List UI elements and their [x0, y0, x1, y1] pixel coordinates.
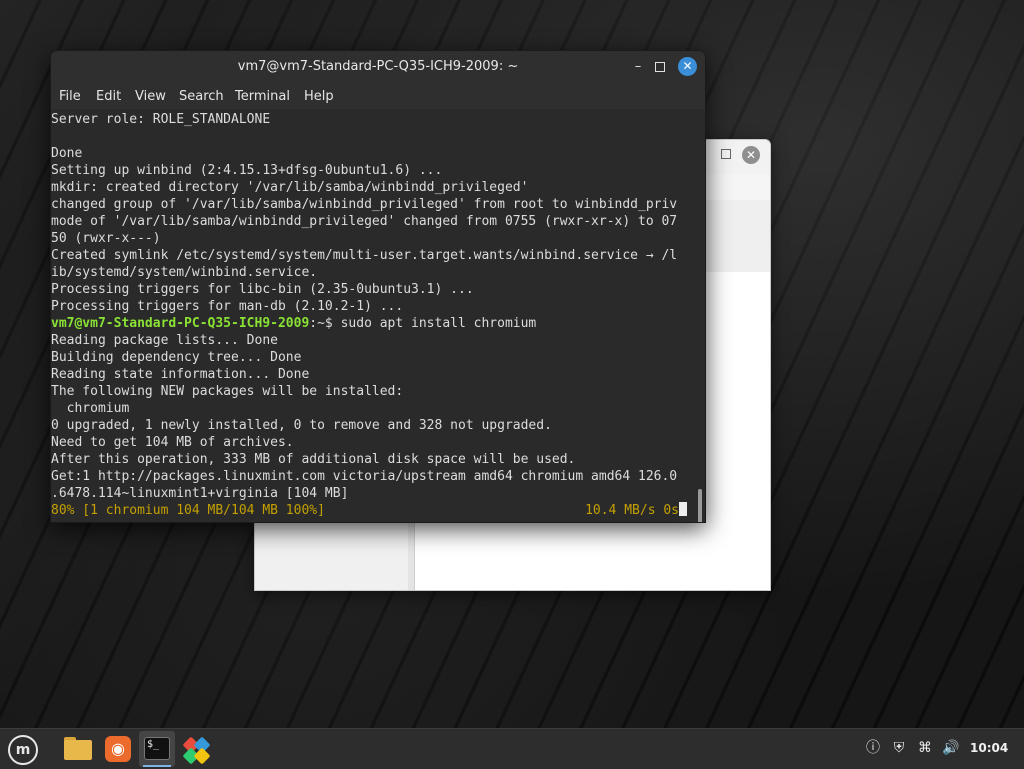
progress-line: 80% [1 chromium 104 MB/104 MB 100%] 10.4 …	[51, 502, 693, 519]
menu-view[interactable]: View	[135, 89, 166, 104]
app-launcher[interactable]	[179, 731, 215, 767]
terminal-line: 50 (rwxr-x---)	[51, 231, 161, 246]
terminal-line: Building dependency tree... Done	[51, 350, 302, 365]
shield-icon[interactable]: ⛨	[890, 739, 908, 757]
terminal-line: .6478.114~linuxmint1+virginia [104 MB]	[51, 486, 349, 501]
scrollbar-thumb[interactable]	[698, 489, 702, 522]
terminal-line: 0 upgraded, 1 newly installed, 0 to remo…	[51, 418, 552, 433]
browser-launcher[interactable]: ◉	[100, 731, 136, 767]
progress-status: 80% [1 chromium 104 MB/104 MB 100%]	[51, 503, 325, 518]
minimize-icon[interactable]: –	[630, 59, 646, 75]
terminal-line: Server role: ROLE_STANDALONE	[51, 112, 271, 127]
scrollbar[interactable]	[693, 109, 705, 522]
text-cursor	[679, 502, 687, 516]
menu-edit[interactable]: Edit	[96, 89, 121, 104]
terminal-line: chromium	[51, 401, 130, 416]
prompt-command: sudo apt install chromium	[340, 316, 537, 331]
active-indicator	[143, 765, 171, 767]
terminal-line: Setting up winbind (2:4.15.13+dfsg-0ubun…	[51, 163, 443, 178]
terminal-line: ib/systemd/system/winbind.service.	[51, 265, 318, 280]
start-menu-button[interactable]: m	[4, 731, 40, 767]
window-title: vm7@vm7-Standard-PC-Q35-ICH9-2009: ~	[237, 59, 519, 74]
terminal-line: Done	[51, 146, 83, 161]
terminal-line: Need to get 104 MB of archives.	[51, 435, 294, 450]
notification-icon[interactable]: ⓘ	[864, 739, 882, 757]
files-launcher[interactable]	[60, 731, 96, 767]
terminal-line: Processing triggers for man-db (2.10.2-1…	[51, 299, 404, 314]
terminal-line: mkdir: created directory '/var/lib/samba…	[51, 180, 529, 195]
terminal-line: Processing triggers for libc-bin (2.35-0…	[51, 282, 474, 297]
terminal-output[interactable]: Server role: ROLE_STANDALONE Done Settin…	[51, 109, 693, 522]
progress-speed-wrap: 10.4 MB/s 0s	[585, 502, 687, 519]
menu-bar: File Edit View Search Terminal Help	[51, 83, 705, 109]
clock[interactable]: 10:04	[970, 741, 1008, 755]
maximize-icon[interactable]	[652, 59, 668, 75]
close-icon[interactable]: ✕	[742, 146, 760, 164]
terminal-line: Created symlink /etc/systemd/system/mult…	[51, 248, 678, 263]
terminal-line: Reading package lists... Done	[51, 333, 278, 348]
terminal-line: changed group of '/var/lib/samba/winbind…	[51, 197, 678, 212]
progress-speed: 10.4 MB/s 0s	[585, 503, 679, 518]
prompt-user-host: vm7@vm7-Standard-PC-Q35-ICH9-2009	[51, 316, 310, 331]
volume-icon[interactable]: 🔊	[942, 739, 960, 757]
maximize-icon[interactable]	[721, 149, 731, 159]
mint-menu-icon: m	[8, 735, 38, 765]
terminal-line: Reading state information... Done	[51, 367, 310, 382]
terminal-task-button[interactable]: $_	[139, 731, 175, 767]
menu-file[interactable]: File	[59, 89, 81, 104]
close-icon[interactable]: ✕	[678, 57, 697, 76]
prompt-path: :~$	[309, 316, 341, 331]
taskbar: m ◉ $_ ⓘ ⛨ ⌘ 🔊 10:04	[0, 728, 1024, 769]
firefox-like-icon: ◉	[105, 736, 131, 762]
colorful-app-icon-part	[193, 747, 211, 765]
terminal-icon: $_	[144, 737, 170, 760]
terminal-window[interactable]: vm7@vm7-Standard-PC-Q35-ICH9-2009: ~ – ✕…	[50, 50, 706, 523]
menu-help[interactable]: Help	[304, 89, 334, 104]
menu-terminal[interactable]: Terminal	[235, 89, 290, 104]
terminal-line: Get:1 http://packages.linuxmint.com vict…	[51, 469, 678, 484]
folder-icon	[64, 740, 92, 760]
terminal-line: mode of '/var/lib/samba/winbindd_privile…	[51, 214, 678, 229]
terminal-line: After this operation, 333 MB of addition…	[51, 452, 576, 467]
terminal-titlebar[interactable]: vm7@vm7-Standard-PC-Q35-ICH9-2009: ~ – ✕	[51, 51, 705, 83]
network-icon[interactable]: ⌘	[916, 739, 934, 757]
prompt-line: vm7@vm7-Standard-PC-Q35-ICH9-2009:~$ sud…	[51, 315, 693, 332]
menu-search[interactable]: Search	[179, 89, 224, 104]
terminal-line: The following NEW packages will be insta…	[51, 384, 404, 399]
